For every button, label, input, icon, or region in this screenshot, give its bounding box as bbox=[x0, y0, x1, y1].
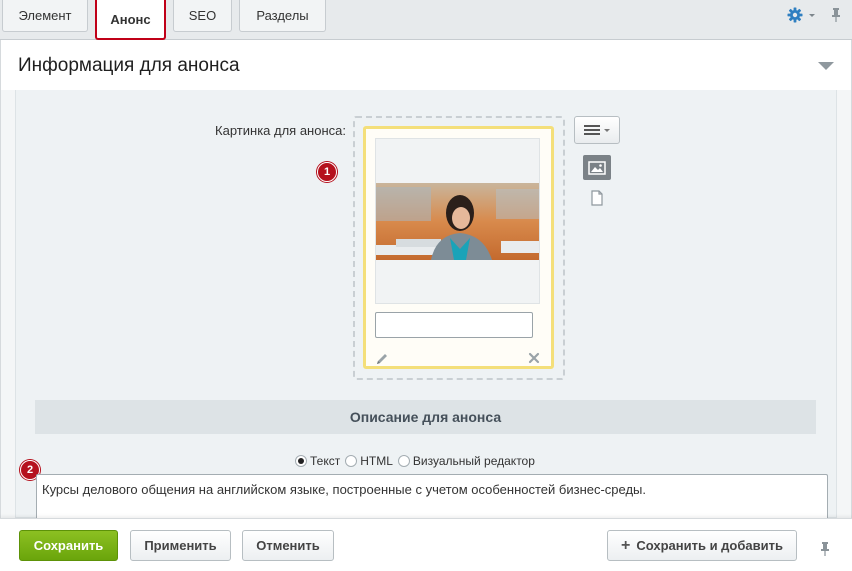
tab-razdely[interactable]: Разделы bbox=[239, 0, 326, 32]
image-description-input[interactable] bbox=[375, 312, 533, 338]
pencil-icon[interactable] bbox=[375, 352, 389, 366]
radio-button[interactable] bbox=[295, 455, 307, 467]
settings-button[interactable] bbox=[787, 6, 819, 24]
gear-icon bbox=[787, 7, 803, 23]
main-panel: Информация для анонса Картинка для анонс… bbox=[0, 40, 852, 518]
apply-button[interactable]: Применить bbox=[130, 530, 231, 561]
image-preview-frame bbox=[375, 138, 540, 304]
image-preview[interactable] bbox=[376, 183, 539, 260]
image-icon bbox=[588, 160, 606, 175]
cancel-button[interactable]: Отменить bbox=[242, 530, 334, 561]
close-icon[interactable] bbox=[528, 352, 540, 364]
tab-seo[interactable]: SEO bbox=[173, 0, 232, 32]
action-bar: Сохранить Применить Отменить + Сохранить… bbox=[0, 518, 852, 571]
tab-element[interactable]: Элемент bbox=[2, 0, 88, 32]
hamburger-icon bbox=[584, 125, 610, 135]
radio-label: Текст bbox=[310, 454, 341, 468]
section-body: Картинка для анонса: 1 Описание для анон… bbox=[15, 90, 837, 518]
radio-label: HTML bbox=[360, 454, 393, 468]
radio-html[interactable]: HTML bbox=[345, 454, 393, 468]
tab-anons[interactable]: Анонс bbox=[95, 0, 166, 40]
image-field-label: Картинка для анонса: bbox=[215, 123, 346, 138]
image-card[interactable] bbox=[363, 126, 554, 369]
description-section-bar: Описание для анонса bbox=[35, 400, 816, 434]
pin-icon[interactable] bbox=[818, 541, 832, 557]
plus-icon: + bbox=[621, 536, 631, 554]
tab-bar: Элемент Анонс SEO Разделы bbox=[0, 0, 852, 40]
triangle-down-icon[interactable] bbox=[817, 61, 835, 71]
callout-badge-1: 1 bbox=[317, 162, 337, 182]
radio-label: Визуальный редактор bbox=[412, 454, 535, 468]
image-type-button[interactable] bbox=[583, 155, 611, 180]
file-icon[interactable] bbox=[590, 190, 604, 206]
save-button[interactable]: Сохранить bbox=[19, 530, 118, 561]
pin-icon[interactable] bbox=[827, 6, 845, 24]
section-header: Информация для анонса bbox=[1, 40, 851, 90]
radio-button[interactable] bbox=[397, 455, 410, 467]
chevron-down-icon bbox=[809, 14, 815, 17]
save-and-add-button[interactable]: + Сохранить и добавить bbox=[607, 530, 797, 561]
save-and-add-label: Сохранить и добавить bbox=[636, 538, 783, 553]
radio-text[interactable]: Текст bbox=[295, 454, 340, 468]
radio-visual-editor[interactable]: Визуальный редактор bbox=[397, 454, 535, 468]
description-format-radios: Текст HTML Визуальный редактор bbox=[295, 454, 540, 468]
section-title: Информация для анонса bbox=[18, 55, 240, 76]
radio-button[interactable] bbox=[345, 455, 358, 467]
description-textarea[interactable]: Курсы делового общения на английском язы… bbox=[36, 474, 828, 518]
image-menu-button[interactable] bbox=[574, 116, 620, 144]
